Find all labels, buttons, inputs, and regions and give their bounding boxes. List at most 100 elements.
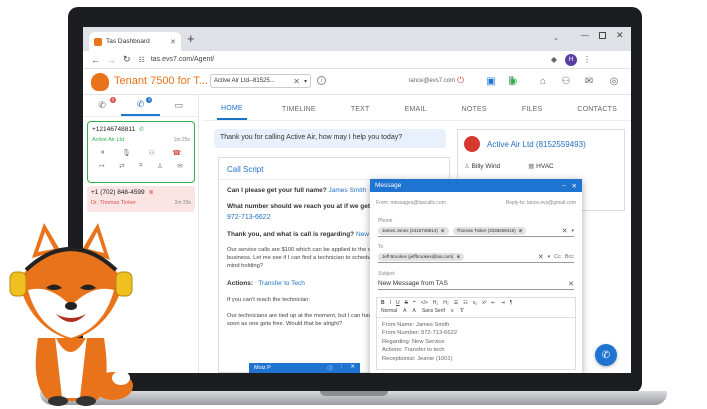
agent-icon[interactable]: ♙: [157, 162, 163, 170]
client-select[interactable]: Active Air Ltd--81525... ✕ ▾: [210, 74, 311, 88]
chevron-down-icon[interactable]: ▾: [571, 228, 574, 234]
company-name[interactable]: Active Air Ltd (8152559493): [487, 140, 586, 149]
extension-icon[interactable]: ◆: [551, 55, 557, 64]
hold-icon[interactable]: ⇄: [119, 162, 124, 170]
home-icon[interactable]: ⌂: [536, 74, 550, 88]
site-info-icon[interactable]: ☷: [139, 56, 145, 64]
back-arrow-icon[interactable]: ←: [91, 55, 100, 65]
new-tab-button[interactable]: +: [187, 31, 195, 46]
maximize-icon[interactable]: [599, 32, 606, 39]
keypad-icon[interactable]: ⌗: [139, 162, 143, 170]
answer-name[interactable]: James Smith: [329, 187, 367, 194]
tab-email[interactable]: EMAIL: [405, 106, 427, 113]
phone-icon: ✆: [139, 127, 145, 133]
mute-icon[interactable]: 🎙: [122, 149, 131, 157]
remove-chip-icon[interactable]: ⊗: [441, 228, 445, 234]
person-icon: ♙: [464, 163, 472, 170]
close-window-icon[interactable]: ✕: [616, 30, 624, 41]
close-tab-icon[interactable]: ✕: [170, 38, 176, 46]
phone-chip[interactable]: James Jones (2416748814) ⊗: [378, 226, 449, 235]
highlight-icon[interactable]: A: [412, 308, 415, 314]
italic-icon[interactable]: I: [390, 300, 391, 306]
url-field[interactable]: tas.evs7.com/Agent/: [151, 56, 551, 63]
call-number: +12146748811: [92, 126, 136, 133]
call-fab-button[interactable]: ✆: [595, 344, 617, 366]
close-icon[interactable]: ✕: [572, 182, 577, 190]
users-icon[interactable]: ⚇: [559, 74, 573, 88]
logout-icon[interactable]: ⏻: [457, 75, 464, 86]
superscript-icon[interactable]: x²: [482, 300, 486, 306]
to-chip[interactable]: Jeff Brookes (jeffbrookes@tas.com) ⊗: [378, 252, 465, 261]
transfer-icon[interactable]: ↦: [99, 162, 104, 170]
tab-text[interactable]: TEXT: [351, 106, 370, 113]
quote-icon[interactable]: ❝: [413, 300, 416, 306]
browser-menu-icon[interactable]: ⋮: [583, 55, 591, 64]
account-icon[interactable]: ◎: [607, 74, 621, 88]
close-icon[interactable]: ✕: [350, 364, 355, 372]
monitor-chat-icon[interactable]: ▣: [484, 74, 498, 88]
code-icon[interactable]: </>: [421, 300, 428, 306]
outdent-icon[interactable]: ⇤: [491, 300, 495, 306]
message-body[interactable]: From Name: James Smith From Number: 972-…: [376, 317, 576, 370]
message-icon[interactable]: ✉: [582, 74, 596, 88]
clear-icon[interactable]: ✕: [293, 77, 300, 86]
fox-mascot: [9, 223, 133, 406]
rtl-icon[interactable]: ¶: [510, 300, 513, 306]
chevron-down-icon[interactable]: ▾: [304, 78, 307, 85]
tab-chat[interactable]: ▭: [160, 95, 198, 116]
chevron-down-icon[interactable]: ▾: [548, 254, 551, 260]
strike-icon[interactable]: S: [405, 300, 408, 306]
clear-icon[interactable]: ✕: [568, 280, 574, 288]
bullet-list-icon[interactable]: ☷: [463, 300, 467, 306]
tab-contacts[interactable]: CONTACTS: [577, 106, 617, 113]
active-call-card[interactable]: +12146748811 ✆ Active Air Ltd 1m 25s ⏸ 🎙…: [87, 121, 195, 183]
underline-icon[interactable]: U: [396, 300, 400, 306]
missed-call-card[interactable]: +1 (702) 848-4599 ⊗ Dr. Thomas Tinker 2m…: [87, 186, 195, 212]
clear-format-icon[interactable]: T̸: [460, 308, 463, 314]
bold-icon[interactable]: B: [381, 300, 385, 306]
reload-icon[interactable]: ↻: [123, 54, 131, 65]
chat-dock[interactable]: Moiz P Ⓘ ⋮ ✕: [249, 363, 360, 373]
align-icon[interactable]: ≡: [451, 308, 454, 314]
conference-icon[interactable]: ⚇: [148, 149, 154, 157]
subscript-icon[interactable]: x₂: [473, 300, 477, 306]
hangup-icon[interactable]: ☎: [172, 149, 181, 157]
status-ready-icon[interactable]: ◉: [506, 74, 520, 88]
email-icon[interactable]: ✉: [177, 162, 182, 170]
tab-calls[interactable]: ✆ 3: [121, 95, 160, 116]
profile-avatar[interactable]: H: [564, 53, 577, 66]
clear-icon[interactable]: ✕: [538, 253, 544, 261]
style-select[interactable]: Normal: [381, 308, 397, 314]
browser-tab[interactable]: Tas Dashboard ✕: [89, 32, 181, 51]
h1-icon[interactable]: H₁: [433, 300, 438, 306]
call-duration: 2m 33s: [174, 200, 191, 206]
tab-notes[interactable]: NOTES: [462, 106, 487, 113]
font-select[interactable]: Sans Serif: [422, 308, 445, 314]
h2-icon[interactable]: H₂: [443, 300, 449, 306]
to-field[interactable]: Jeff Brookes (jeffbrookes@tas.com) ⊗ ✕ ▾ …: [378, 251, 574, 263]
forward-arrow-icon[interactable]: →: [107, 55, 116, 65]
indent-icon[interactable]: ⇥: [501, 300, 505, 306]
ordered-list-icon[interactable]: ☰: [454, 300, 458, 306]
tab-timeline[interactable]: TIMELINE: [282, 106, 316, 113]
pause-icon[interactable]: ⏸: [101, 149, 105, 157]
actions-value[interactable]: Transfer to Tech: [258, 280, 305, 287]
bcc-toggle[interactable]: Bcc: [565, 254, 574, 260]
minimize-icon[interactable]: —: [581, 31, 589, 40]
text-color-icon[interactable]: A: [403, 308, 406, 314]
phone-chip[interactable]: Thomas Tinker (2038269415) ⊗: [452, 226, 527, 235]
chevron-down-icon[interactable]: ⌄: [553, 34, 559, 42]
tab-files[interactable]: FILES: [522, 106, 542, 113]
remove-chip-icon[interactable]: ⊗: [519, 228, 523, 234]
more-icon[interactable]: ⋮: [339, 364, 345, 372]
remove-chip-icon[interactable]: ⊗: [456, 254, 460, 260]
clear-icon[interactable]: ✕: [562, 227, 568, 235]
cc-toggle[interactable]: Cc: [554, 254, 561, 260]
minimize-icon[interactable]: –: [562, 182, 566, 190]
tab-inbox[interactable]: ✆ 1: [83, 95, 121, 116]
tab-home[interactable]: HOME: [217, 99, 247, 120]
subject-field[interactable]: New Message from TAS ✕: [378, 278, 574, 290]
info-icon[interactable]: i: [317, 76, 326, 85]
phone-field[interactable]: James Jones (2416748814) ⊗ Thomas Tinker …: [378, 225, 574, 237]
text-icon[interactable]: Ⓘ: [327, 364, 333, 372]
